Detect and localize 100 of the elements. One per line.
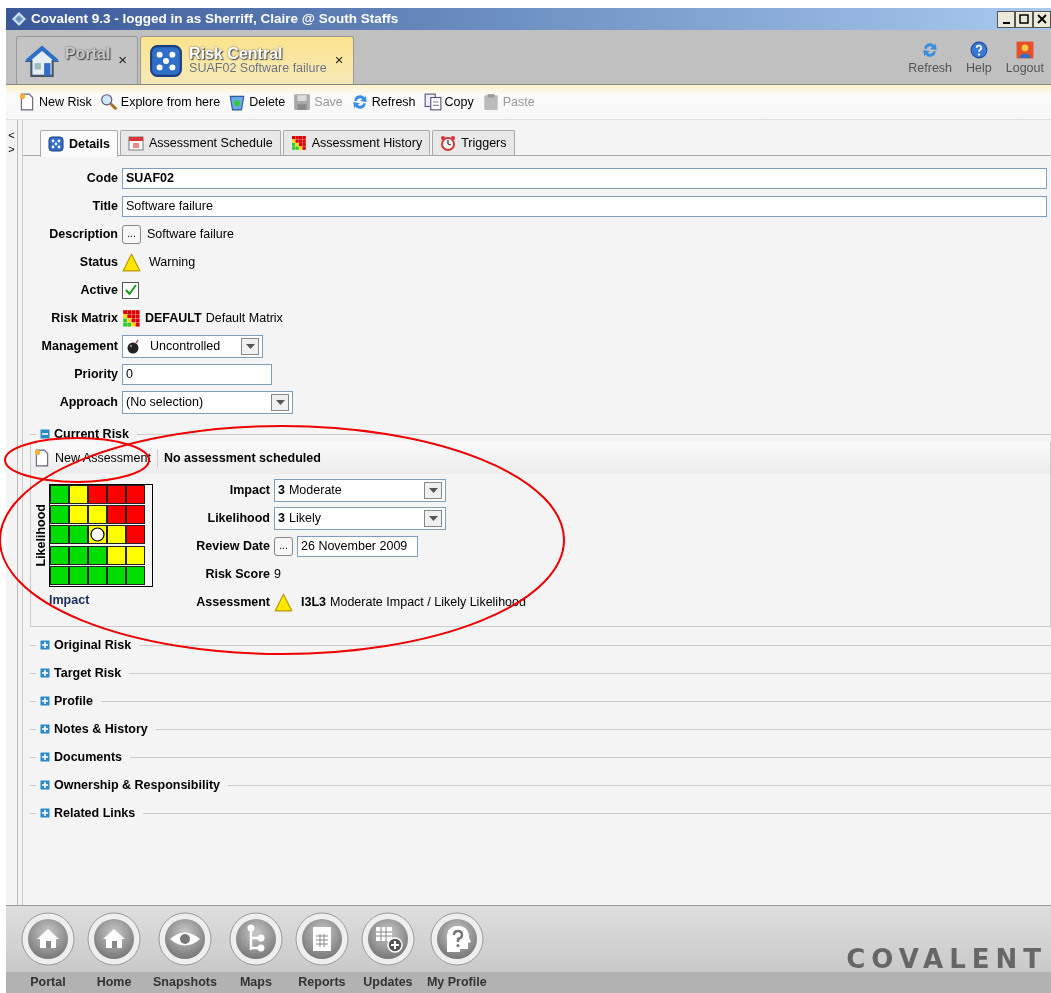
collapse-icon xyxy=(40,429,50,439)
matrix-cell[interactable] xyxy=(88,485,107,504)
field-value: Software failure xyxy=(147,225,234,243)
dropdown[interactable]: (No selection) xyxy=(122,390,293,414)
tab[interactable]: Assessment History xyxy=(282,130,431,155)
dock-button[interactable]: My Profile xyxy=(426,906,487,992)
matrix-cell[interactable] xyxy=(50,545,69,565)
matrix-cell[interactable] xyxy=(88,505,107,525)
text-field[interactable]: Software failure xyxy=(122,195,1047,217)
dropdown[interactable]: 3 Moderate xyxy=(274,478,446,502)
matrix-cell[interactable] xyxy=(69,545,88,565)
axis-label: Impact xyxy=(49,592,91,610)
tab[interactable]: Triggers xyxy=(432,130,515,155)
minimize-button[interactable] xyxy=(997,10,1015,28)
document-icon xyxy=(33,449,51,467)
expand-icon xyxy=(40,780,50,790)
matrix-cell[interactable] xyxy=(126,505,145,525)
section-header[interactable]: Original Risk xyxy=(40,635,132,655)
close-tab-button[interactable]: × xyxy=(332,49,346,72)
house-icon xyxy=(87,912,141,966)
document-icon xyxy=(18,93,36,111)
matrix-cell[interactable] xyxy=(107,545,126,565)
close-icon xyxy=(1037,14,1047,24)
tab-label: Triggers xyxy=(461,134,507,152)
field-label: Title xyxy=(91,197,119,215)
tab[interactable]: Assessment Schedule xyxy=(120,130,281,155)
dice-icon xyxy=(48,136,64,152)
help-button[interactable]: Help xyxy=(963,41,995,78)
section-header[interactable]: Profile xyxy=(40,691,93,711)
search-icon xyxy=(99,93,118,111)
caret-icon xyxy=(245,343,255,349)
refresh-icon xyxy=(921,41,940,60)
number-field[interactable]: 0 xyxy=(122,363,272,385)
tab[interactable]: Details xyxy=(40,130,118,157)
matrix-cell[interactable] xyxy=(107,505,126,525)
caret-icon xyxy=(275,399,285,405)
tab-title: Portal xyxy=(65,44,111,63)
field-value: 9 xyxy=(274,565,281,583)
dock-button[interactable]: Reports xyxy=(294,906,349,992)
matrix-cell[interactable] xyxy=(69,505,88,525)
close-button[interactable] xyxy=(1033,10,1051,28)
ellipsis-button[interactable]: ... xyxy=(122,224,141,244)
matrix-cell[interactable] xyxy=(107,525,126,545)
house-icon xyxy=(25,43,59,78)
refresh-button[interactable]: Refresh xyxy=(905,41,956,78)
user-button[interactable]: Logout xyxy=(1002,41,1047,78)
dice-icon xyxy=(149,43,184,78)
field-label: Review Date xyxy=(195,537,271,555)
matrix-cell[interactable] xyxy=(88,565,107,585)
section-header[interactable]: Ownership & Responsibility xyxy=(40,775,220,795)
matrix-cell[interactable] xyxy=(126,525,145,545)
section-header[interactable]: Notes & History xyxy=(40,719,148,739)
field-label: Likelihood xyxy=(206,509,271,527)
expand-icon xyxy=(40,752,50,762)
matrix-cell[interactable] xyxy=(50,485,69,504)
maximize-button[interactable] xyxy=(1015,10,1033,28)
dropdown[interactable]: Uncontrolled xyxy=(122,334,263,358)
matrix-cell[interactable] xyxy=(126,565,145,585)
toolbar-button[interactable]: Refresh xyxy=(350,92,416,112)
matrix-cell[interactable] xyxy=(88,545,107,565)
matrix-cell[interactable] xyxy=(50,565,69,585)
text-field[interactable]: SUAF02 xyxy=(122,167,1047,189)
user-icon xyxy=(1015,41,1034,60)
grid-icon xyxy=(290,135,307,151)
matrix-cell[interactable] xyxy=(69,485,88,504)
dock-button[interactable]: Snapshots xyxy=(153,906,217,992)
toolbar-button[interactable]: New Risk xyxy=(18,92,92,112)
section-header[interactable]: Target Risk xyxy=(40,663,122,683)
date-field[interactable]: 26 November 2009 xyxy=(297,535,418,557)
checkbox[interactable] xyxy=(122,281,139,299)
grid-plus-icon xyxy=(360,912,415,966)
dock-button[interactable]: Updates xyxy=(360,906,415,992)
field-label: Risk Matrix xyxy=(50,309,119,327)
toolbar-button[interactable]: Explore from here xyxy=(99,92,221,112)
refresh-icon xyxy=(350,93,369,111)
dropdown[interactable]: 3 Likely xyxy=(274,506,446,530)
matrix-cell[interactable] xyxy=(126,485,145,504)
matrix-cell[interactable] xyxy=(107,485,126,504)
app-tab[interactable]: Portal × xyxy=(16,36,139,84)
dock-button[interactable]: Maps xyxy=(228,906,283,992)
matrix-cell[interactable] xyxy=(69,565,88,585)
schedule-note: No assessment scheduled xyxy=(163,449,321,467)
head-question-icon xyxy=(429,912,484,966)
matrix-cell[interactable] xyxy=(50,525,69,545)
matrix-cell[interactable] xyxy=(88,525,107,545)
section-header[interactable]: Documents xyxy=(40,747,123,767)
close-tab-button[interactable]: × xyxy=(116,49,130,72)
maximize-icon xyxy=(1019,14,1029,24)
assessment-code: I3L3 xyxy=(301,593,326,611)
toolbar-button[interactable]: Delete xyxy=(228,92,286,112)
matrix-cell[interactable] xyxy=(126,545,145,565)
matrix-cell[interactable] xyxy=(69,525,88,545)
matrix-cell[interactable] xyxy=(50,505,69,525)
copy-icon xyxy=(423,93,442,111)
toolbar-button[interactable]: Copy xyxy=(423,92,474,112)
matrix-cell[interactable] xyxy=(107,565,126,585)
dock-button[interactable]: Home xyxy=(87,906,141,992)
dock-button[interactable]: Portal xyxy=(21,906,75,992)
section-header[interactable]: Related Links xyxy=(40,803,136,823)
ellipsis-button[interactable]: ... xyxy=(274,536,293,556)
